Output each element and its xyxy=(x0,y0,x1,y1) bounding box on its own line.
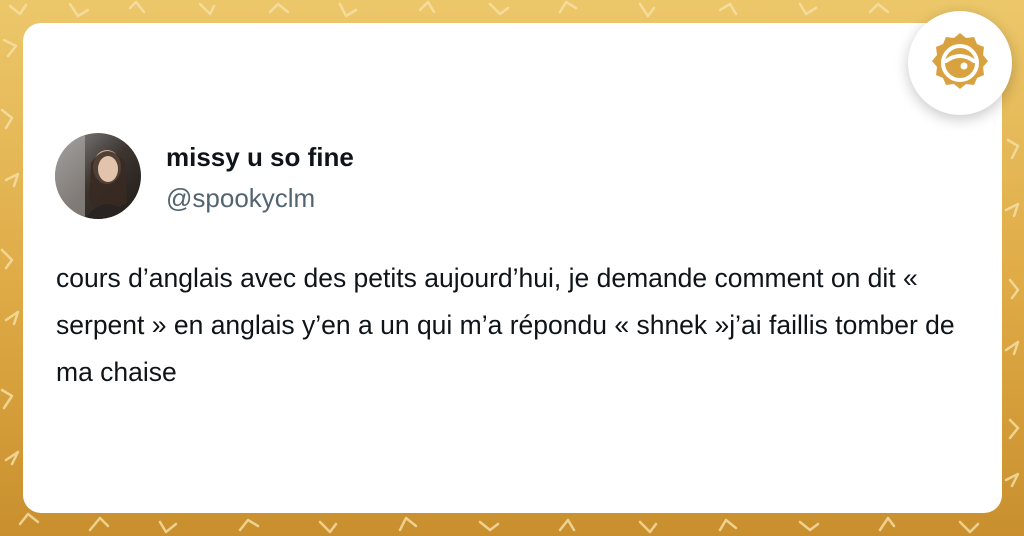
site-logo-icon xyxy=(932,33,988,89)
site-logo-badge[interactable] xyxy=(908,11,1012,115)
tweet-text: cours d’anglais avec des petits aujourd’… xyxy=(56,263,955,387)
avatar[interactable] xyxy=(55,133,141,219)
display-name[interactable]: missy u so fine xyxy=(166,140,354,174)
profile-photo xyxy=(55,133,141,219)
user-handle[interactable]: @spookyclm xyxy=(166,181,315,215)
